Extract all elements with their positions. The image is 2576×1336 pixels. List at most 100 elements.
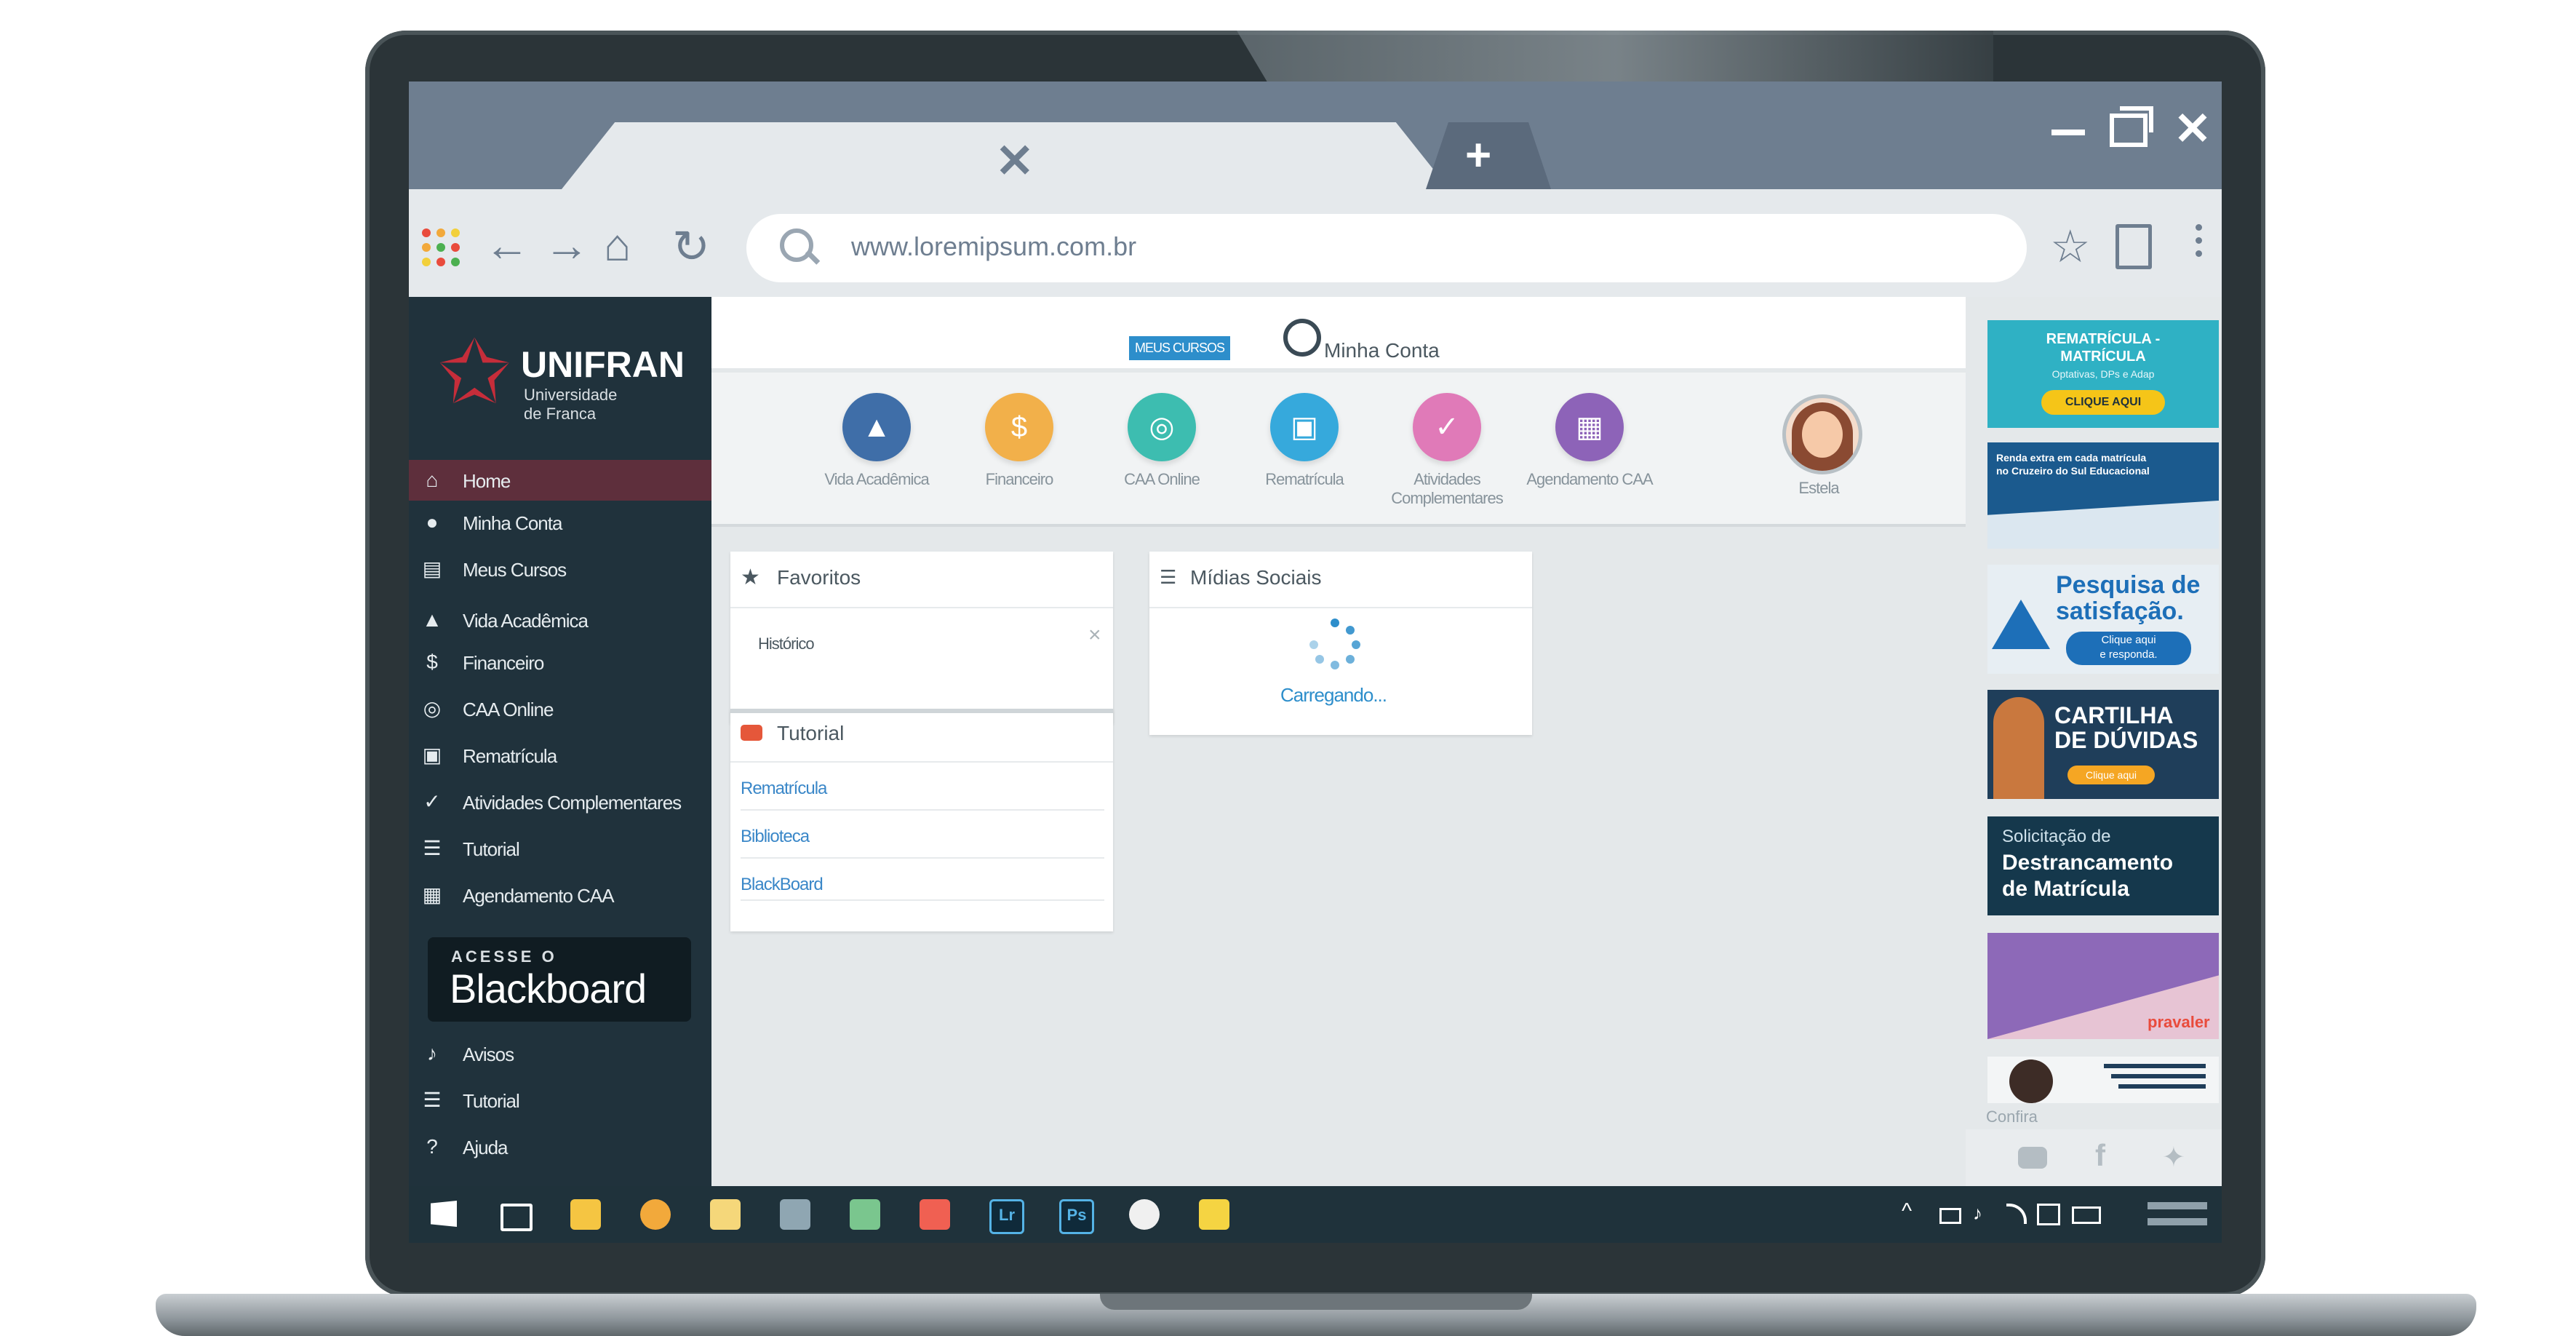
- battery-icon[interactable]: [1939, 1208, 1961, 1224]
- banner-celular[interactable]: [1987, 1057, 2219, 1103]
- sidebar-item-financeiro[interactable]: $ Financeiro: [409, 642, 711, 683]
- favorite-item[interactable]: Histórico: [758, 635, 815, 653]
- user-avatar[interactable]: [1782, 394, 1862, 474]
- sidebar-item-agendamento-caa[interactable]: ▦ Agendamento CAA: [409, 875, 711, 915]
- person-illustration: [1993, 697, 2044, 799]
- alert-icon: [1992, 600, 2050, 649]
- card-divider: [1149, 607, 1532, 608]
- banner-cartilha[interactable]: CARTILHA DE DÚVIDAS Clique aqui: [1987, 690, 2219, 799]
- minimize-icon[interactable]: [2051, 130, 2085, 135]
- account-icon[interactable]: [1283, 319, 1321, 357]
- banner-pesquisa[interactable]: Pesquisa de satisfação. Clique aqui e re…: [1987, 565, 2219, 674]
- tab-close-icon[interactable]: ✕: [995, 134, 1034, 188]
- book-icon: ▤: [422, 557, 442, 580]
- check-circle-icon: ✓: [423, 790, 441, 813]
- shortcut-agendamento-caa[interactable]: ▦: [1555, 393, 1624, 461]
- clock-time[interactable]: [2148, 1202, 2207, 1209]
- calendar-icon: ▦: [422, 883, 442, 906]
- user-name: Estela: [1798, 479, 1839, 497]
- favoritos-title: Favoritos: [777, 566, 861, 589]
- sidebar-item-rematricula[interactable]: ▣ Rematrícula: [409, 735, 711, 776]
- windows-start-icon[interactable]: [431, 1201, 457, 1227]
- task-view-icon[interactable]: [501, 1204, 533, 1231]
- check-circle-icon: ✓: [1435, 411, 1459, 443]
- graduation-cap-icon: ▲: [862, 411, 891, 443]
- reload-icon[interactable]: ↻: [672, 220, 710, 273]
- banner-pravaler[interactable]: pravaler: [1987, 933, 2219, 1039]
- tutorial-link-blackboard[interactable]: BlackBoard: [741, 875, 824, 895]
- chrome-icon[interactable]: [640, 1199, 671, 1230]
- star-icon[interactable]: ☆: [2050, 220, 2091, 273]
- cartilha-button[interactable]: Clique aqui: [2067, 766, 2155, 784]
- shortcut-rematricula[interactable]: ▣: [1270, 393, 1339, 461]
- confira-label: Confira: [1986, 1108, 2038, 1126]
- shortcut-financeiro[interactable]: $: [985, 393, 1053, 461]
- account-link[interactable]: Minha Conta: [1324, 339, 1440, 362]
- app-icon-round[interactable]: [1129, 1199, 1160, 1230]
- tray-chevron-icon[interactable]: ^: [1902, 1199, 1912, 1224]
- window-close-icon[interactable]: ✕: [2174, 102, 2212, 155]
- bell-icon: ♪: [427, 1042, 437, 1065]
- banner-rematricula[interactable]: REMATRÍCULA - MATRÍCULA Optativas, DPs e…: [1987, 320, 2219, 428]
- sidebar-item-atividades-complementares[interactable]: ✓ Atividades Complementares: [409, 782, 711, 822]
- sidebar-item-minha-conta[interactable]: ● Minha Conta: [409, 502, 711, 543]
- midias-title: Mídias Sociais: [1190, 566, 1322, 589]
- tutorial-link-biblioteca[interactable]: Biblioteca: [741, 827, 810, 847]
- shortcut-label: Financeiro: [985, 470, 1054, 488]
- url-text[interactable]: www.loremipsum.com.br: [851, 231, 1136, 262]
- screen: ✕ + ✕ ← → ⌂ ↻ www.loremipsum.com.br ☆ ✩ …: [409, 81, 2222, 1243]
- loading-spinner-icon: [1309, 619, 1360, 669]
- sidebar-item-ajuda[interactable]: ? Ajuda: [409, 1126, 711, 1167]
- shortcut-caa-online[interactable]: ◎: [1128, 393, 1196, 461]
- sidebar-item-meus-cursos[interactable]: ▤ Meus Cursos: [409, 549, 711, 589]
- shortcut-atividades-complementares[interactable]: ✓: [1413, 393, 1481, 461]
- photoshop-icon[interactable]: Ps: [1059, 1199, 1094, 1234]
- clock-date[interactable]: [2148, 1218, 2207, 1225]
- card-divider: [730, 607, 1113, 608]
- keyboard-icon[interactable]: [2072, 1206, 2101, 1224]
- calendar-icon: ▦: [1576, 411, 1603, 443]
- sidebar-item-tutorial-bottom[interactable]: ☰ Tutorial: [409, 1080, 711, 1121]
- sidebar-item-home[interactable]: ⌂ Home: [409, 460, 711, 501]
- more-menu-icon[interactable]: [2196, 224, 2203, 257]
- home-icon[interactable]: ⌂: [604, 220, 631, 271]
- banner-destrancamento[interactable]: Solicitação de Destrancamento de Matrícu…: [1987, 816, 2219, 915]
- sidebar-item-tutorial[interactable]: ☰ Tutorial: [409, 828, 711, 869]
- responda-button[interactable]: Clique aqui e responda.: [2066, 632, 2191, 665]
- remove-favorite-icon[interactable]: ×: [1088, 623, 1101, 648]
- page-icon[interactable]: [2116, 224, 2152, 269]
- id-card-icon: ▣: [422, 744, 442, 766]
- list-icon: ☰: [1160, 566, 1177, 588]
- card-divider: [730, 761, 1113, 763]
- app-icon[interactable]: [780, 1199, 810, 1230]
- file-explorer-icon[interactable]: [570, 1199, 601, 1230]
- sidebar-item-vida-academica[interactable]: ▲ Vida Acadêmica: [409, 600, 711, 640]
- notes-app-icon[interactable]: [1199, 1199, 1229, 1230]
- creative-cloud-icon[interactable]: [920, 1199, 950, 1230]
- clique-aqui-button[interactable]: CLIQUE AQUI: [2041, 390, 2165, 415]
- back-arrow-icon[interactable]: ←: [485, 220, 530, 271]
- sidebar-item-caa-online[interactable]: ◎ CAA Online: [409, 688, 711, 729]
- banner-renda-extra[interactable]: Renda extra em cada matrícula no Cruzeir…: [1987, 442, 2219, 549]
- shortcut-vida-academica[interactable]: ▲: [842, 393, 911, 461]
- dollar-icon: $: [426, 651, 438, 673]
- forward-arrow-icon[interactable]: →: [544, 220, 589, 271]
- notification-icon[interactable]: [2037, 1204, 2060, 1225]
- youtube-icon[interactable]: [2018, 1147, 2047, 1169]
- plus-icon[interactable]: +: [1465, 130, 1491, 181]
- apps-grid-icon[interactable]: [422, 228, 466, 268]
- restore-icon[interactable]: [2110, 114, 2148, 147]
- notes-icon[interactable]: [850, 1199, 880, 1230]
- twitter-icon[interactable]: ✦: [2162, 1141, 2185, 1174]
- shortcut-label: Agendamento CAA: [1526, 470, 1653, 488]
- star-icon: ★: [741, 565, 760, 589]
- folder-icon[interactable]: [710, 1199, 741, 1230]
- meus-cursos-badge[interactable]: MEUS CURSOS: [1129, 336, 1231, 360]
- sidebar-item-avisos[interactable]: ♪ Avisos: [409, 1033, 711, 1074]
- lightroom-icon[interactable]: Lr: [989, 1199, 1024, 1234]
- signpost-icon: ☰: [423, 837, 442, 859]
- tutorial-link-rematricula[interactable]: Rematrícula: [741, 779, 827, 799]
- loading-status: Carregando...: [1280, 684, 1387, 706]
- facebook-icon[interactable]: f: [2095, 1138, 2105, 1173]
- volume-icon[interactable]: ♪: [1973, 1202, 1982, 1225]
